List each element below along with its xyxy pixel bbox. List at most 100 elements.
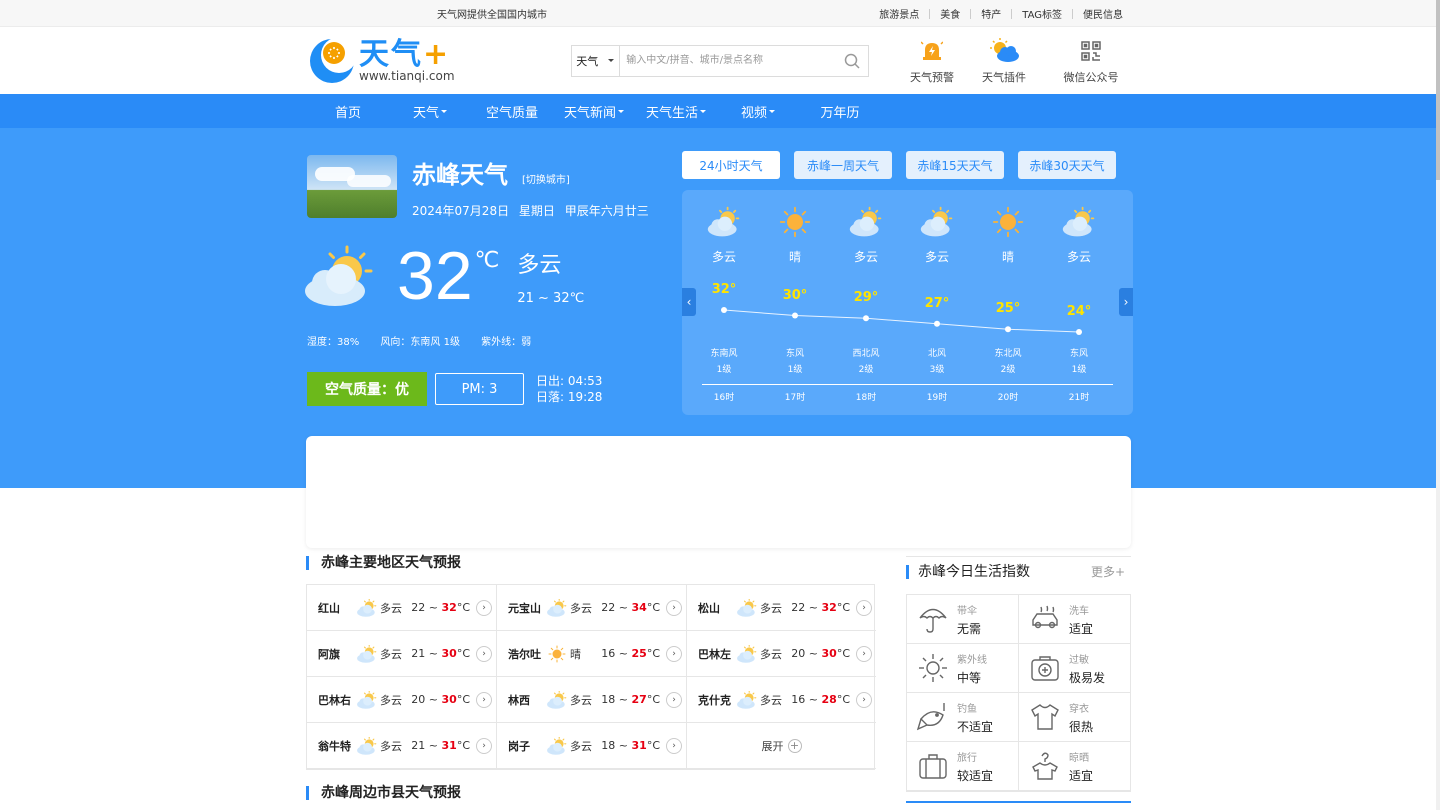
hourly-wind-level: 1级: [1071, 365, 1087, 375]
hourly-condition: 晴: [1001, 250, 1014, 264]
top-link-info[interactable]: 便民信息: [1073, 6, 1133, 21]
hourly-temperature: 30°: [782, 287, 808, 303]
partly-cloudy-icon: [736, 598, 758, 617]
search-box: 天气: [571, 44, 869, 77]
nav-item-3[interactable]: 天气新闻: [553, 102, 635, 121]
hourly-time: 17时: [784, 393, 806, 403]
chevron-right-icon[interactable]: ›: [476, 645, 492, 662]
caret-down-icon: [769, 109, 775, 116]
switch-city-link[interactable]: [切换城市]: [522, 171, 570, 186]
expand-button[interactable]: 展开 +: [687, 723, 876, 769]
nav-item-1[interactable]: 天气: [389, 102, 471, 121]
scrollbar-thumb[interactable]: [1436, 0, 1440, 180]
region-low: 22 ~: [601, 601, 632, 614]
life-index-value: 无需: [957, 621, 982, 636]
fish-icon: [916, 701, 949, 733]
nav-item-2[interactable]: 空气质量: [471, 102, 553, 121]
life-index-value: 不适宜: [957, 719, 994, 734]
nav-item-6[interactable]: 万年历: [799, 102, 881, 121]
chevron-right-icon[interactable]: ›: [476, 691, 492, 708]
nav-item-4[interactable]: 天气生活: [635, 102, 717, 121]
page-scrollbar[interactable]: [1436, 0, 1440, 810]
tool-weather-plugin[interactable]: 天气插件: [969, 37, 1039, 85]
site-logo[interactable]: 天气+ www.tianqi.com: [307, 36, 571, 86]
life-more-link[interactable]: 更多+: [1091, 563, 1125, 580]
chevron-right-icon[interactable]: ›: [666, 737, 682, 754]
region-cell[interactable]: 巴林右 多云 20 ~ 30°C ›: [307, 677, 497, 723]
chevron-right-icon[interactable]: ›: [666, 645, 682, 662]
chevron-right-icon[interactable]: ›: [856, 645, 872, 662]
region-cell[interactable]: 岗子 多云 18 ~ 31°C ›: [497, 723, 687, 769]
top-link-food[interactable]: 美食: [930, 6, 970, 21]
region-unit: °C: [646, 693, 660, 706]
top-link-tags[interactable]: TAG标签: [1012, 6, 1072, 21]
region-cell[interactable]: 翁牛特 多云 21 ~ 31°C ›: [307, 723, 497, 769]
life-index-item[interactable]: 洗车 适宜: [1019, 595, 1131, 644]
chevron-right-icon[interactable]: ›: [666, 599, 682, 616]
region-cell[interactable]: 阿旗 多云 21 ~ 30°C ›: [307, 631, 497, 677]
hourly-time: 19时: [926, 393, 948, 403]
region-cell[interactable]: 元宝山 多云 22 ~ 34°C ›: [497, 585, 687, 631]
tool-weather-alert[interactable]: 天气预警: [897, 37, 967, 85]
top-link-specialty[interactable]: 特产: [971, 6, 1011, 21]
hourly-condition: 多云: [1066, 250, 1091, 264]
search-button[interactable]: [836, 46, 868, 76]
air-quality-button[interactable]: 空气质量：优: [307, 372, 427, 406]
hourly-temperature: 27°: [924, 295, 950, 311]
chevron-right-icon[interactable]: ›: [476, 737, 492, 754]
chevron-right-icon[interactable]: ›: [476, 599, 492, 616]
region-cell[interactable]: 红山 多云 22 ~ 32°C ›: [307, 585, 497, 631]
tab-30-day[interactable]: 赤峰30天天气: [1018, 151, 1116, 179]
chevron-right-icon[interactable]: ›: [856, 691, 872, 708]
nav-item-5[interactable]: 视频: [717, 102, 799, 121]
hourly-column: 多云 西北风 2级 18时: [831, 190, 901, 403]
top-link-travel[interactable]: 旅游景点: [869, 6, 929, 21]
tool-wechat[interactable]: 微信公众号: [1051, 37, 1131, 85]
region-low: 21 ~: [411, 647, 442, 660]
search-type-select[interactable]: 天气: [572, 45, 621, 76]
region-cell[interactable]: 巴林左 多云 20 ~ 30°C ›: [687, 631, 876, 677]
region-cell[interactable]: 浩尔吐 晴 16 ~ 25°C ›: [497, 631, 687, 677]
hourly-wind-level: 1级: [787, 365, 803, 375]
qrcode-icon: [1051, 37, 1131, 65]
sunset-text: 日落: 19:28: [536, 390, 603, 404]
chevron-right-icon[interactable]: ›: [666, 691, 682, 708]
caret-down-icon: [441, 109, 447, 116]
hourly-temperature: 32°: [711, 282, 737, 297]
life-index-key: 紫外线: [957, 654, 987, 666]
life-index-item[interactable]: 旅行 较适宜: [907, 742, 1019, 791]
tab-15-day[interactable]: 赤峰15天天气: [906, 151, 1004, 179]
region-name: 克什克: [698, 693, 731, 707]
region-cell[interactable]: 松山 多云 22 ~ 32°C ›: [687, 585, 876, 631]
logo-title: 天气: [359, 36, 423, 72]
region-low: 16 ~: [601, 647, 632, 660]
pm-badge[interactable]: PM: 3: [435, 373, 524, 405]
region-cell[interactable]: 林西 多云 18 ~ 27°C ›: [497, 677, 687, 723]
tab-week[interactable]: 赤峰一周天气: [794, 151, 892, 179]
life-index-item[interactable]: 晾晒 适宜: [1019, 742, 1131, 791]
search-input[interactable]: [620, 45, 836, 76]
region-cell[interactable]: 克什克 多云 16 ~ 28°C ›: [687, 677, 876, 723]
life-index-item[interactable]: 带伞 无需: [907, 595, 1019, 644]
nav-item-0[interactable]: 首页: [307, 102, 389, 121]
sunny-icon: [760, 206, 830, 242]
life-index-item[interactable]: 穿衣 很热: [1019, 693, 1131, 742]
life-index-item[interactable]: 紫外线 中等: [907, 644, 1019, 693]
chevron-right-icon[interactable]: ›: [856, 599, 872, 616]
tab-24-hour[interactable]: 24小时天气: [682, 151, 780, 179]
caret-down-icon: [700, 109, 706, 116]
region-temp-range: 21 ~ 30°C: [411, 647, 470, 660]
hourly-time: 21时: [1068, 393, 1090, 403]
region-high: 31: [441, 739, 457, 752]
date-text: 2024年07月28日: [412, 204, 510, 218]
region-temp-range: 22 ~ 32°C: [791, 601, 850, 614]
life-index-item[interactable]: 过敏 极易发: [1019, 644, 1131, 693]
life-index-value: 适宜: [1069, 621, 1094, 636]
caret-down-icon: [618, 109, 624, 116]
region-unit: °C: [456, 647, 470, 660]
lunar-date-text: 甲辰年六月廿三: [564, 204, 649, 218]
hourly-time: 18时: [855, 393, 877, 403]
region-name: 浩尔吐: [508, 647, 541, 661]
region-high: 31: [631, 739, 647, 752]
life-index-item[interactable]: 钓鱼 不适宜: [907, 693, 1019, 742]
